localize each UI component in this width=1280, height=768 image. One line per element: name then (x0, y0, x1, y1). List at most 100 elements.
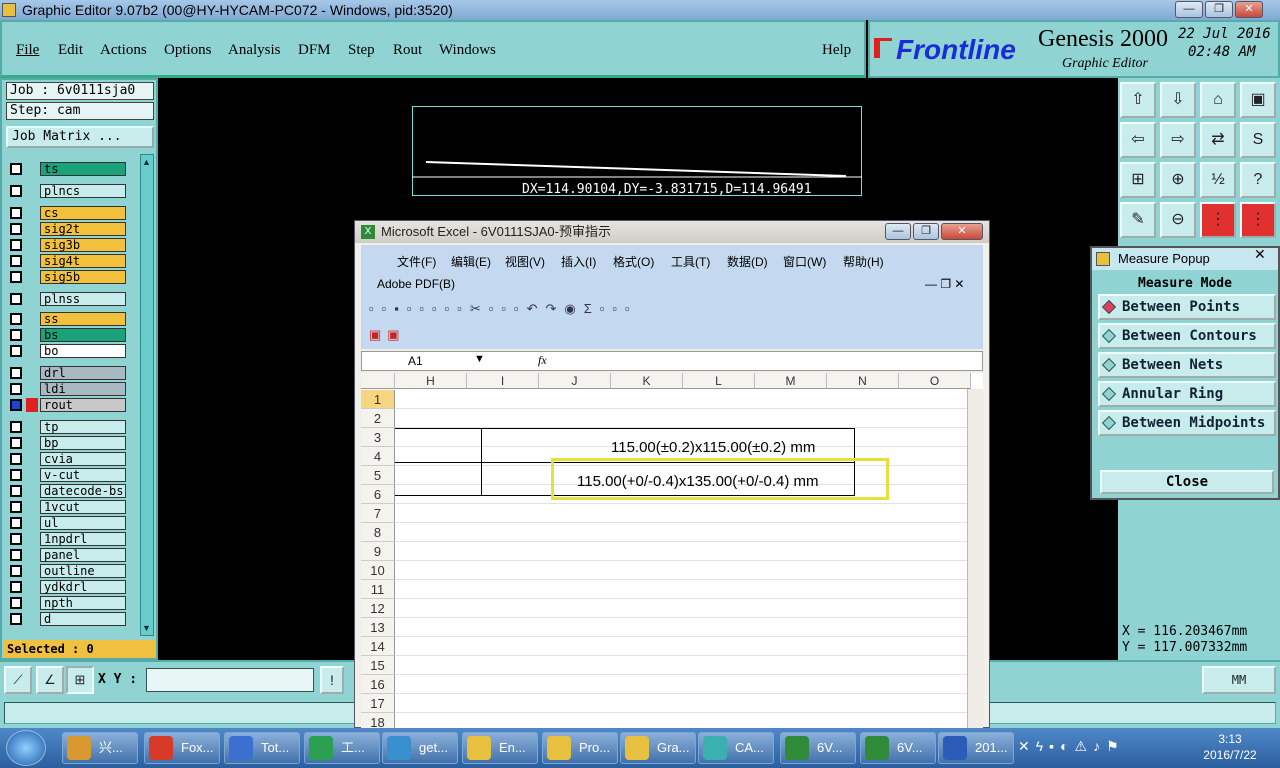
layer-checkbox[interactable] (10, 223, 22, 235)
layer-name[interactable]: 1npdrl (40, 532, 126, 546)
scale-1-2-icon[interactable]: ½ (1200, 162, 1236, 198)
scroll-down-icon[interactable]: ▼ (142, 623, 151, 633)
layer-checkbox[interactable] (10, 399, 22, 411)
layer-row[interactable]: ts (6, 162, 126, 176)
menu-file[interactable]: File (16, 42, 39, 59)
layer-name[interactable]: d (40, 612, 126, 626)
layer-name[interactable]: v-cut (40, 468, 126, 482)
layer-name[interactable]: ydkdrl (40, 580, 126, 594)
layer-name[interactable]: ul (40, 516, 126, 530)
layer-row[interactable]: cvia (6, 452, 126, 466)
menu-edit[interactable]: Edit (58, 42, 83, 59)
clock-date[interactable]: 2016/7/22 (1190, 748, 1270, 762)
minimize-button[interactable]: — (1175, 1, 1203, 18)
layer-row[interactable]: tp (6, 420, 126, 434)
layer-row[interactable]: sig2t (6, 222, 126, 236)
layer-checkbox[interactable] (10, 293, 22, 305)
net-highlight-2-icon[interactable]: ⋮ (1240, 202, 1276, 238)
row-header[interactable]: 3 (361, 428, 395, 447)
layer-name[interactable]: bp (40, 436, 126, 450)
taskbar-item[interactable]: Pro... (542, 732, 618, 764)
row-header[interactable]: 7 (361, 504, 395, 523)
layer-row[interactable]: 1vcut (6, 500, 126, 514)
cell-reference[interactable]: A1 (408, 354, 423, 368)
layer-name[interactable]: npth (40, 596, 126, 610)
warning-icon[interactable]: ! (320, 666, 344, 694)
swap-icon[interactable]: ⇄ (1200, 122, 1236, 158)
row-header[interactable]: 11 (361, 580, 395, 599)
layer-name[interactable]: ldi (40, 382, 126, 396)
menu-actions[interactable]: Actions (100, 42, 147, 59)
menu-windows[interactable]: Windows (439, 42, 496, 59)
layer-name[interactable]: bo (40, 344, 126, 358)
layer-checkbox[interactable] (10, 239, 22, 251)
layer-row[interactable]: 1npdrl (6, 532, 126, 546)
start-button[interactable] (6, 730, 46, 766)
layer-name[interactable]: rout (40, 398, 126, 412)
row-header[interactable]: 10 (361, 561, 395, 580)
row-header[interactable]: 15 (361, 656, 395, 675)
layer-name[interactable]: sig2t (40, 222, 126, 236)
close-window-button[interactable]: ✕ (1235, 1, 1263, 18)
layer-row[interactable]: sig3b (6, 238, 126, 252)
row-header[interactable]: 14 (361, 637, 395, 656)
layer-checkbox[interactable] (10, 469, 22, 481)
taskbar-item[interactable]: 201... (938, 732, 1014, 764)
excel-maximize-button[interactable]: ❐ (913, 223, 939, 240)
layer-checkbox[interactable] (10, 549, 22, 561)
xmenu-view[interactable]: 视图(V) (505, 253, 545, 270)
layer-row[interactable]: plncs (6, 184, 126, 198)
pdf-toolbar[interactable]: ▣▣ (369, 327, 419, 345)
option-annular-ring[interactable]: Annular Ring (1098, 381, 1276, 407)
layer-row[interactable]: ul (6, 516, 126, 530)
adobe-pdf-menu[interactable]: Adobe PDF(B) (377, 277, 455, 291)
taskbar-item[interactable]: 工... (304, 732, 380, 764)
home-down-icon[interactable]: ⇩ (1160, 82, 1196, 118)
job-matrix-button[interactable]: Job Matrix ... (6, 126, 154, 148)
line-tool-icon[interactable]: ⟋ (4, 666, 32, 694)
maximize-button[interactable]: ❐ (1205, 1, 1233, 18)
xmenu-file[interactable]: 文件(F) (397, 253, 436, 270)
clock-time[interactable]: 3:13 (1200, 732, 1260, 746)
fit-profile-icon[interactable]: ⊕ (1160, 162, 1196, 198)
cell-tolerance-2[interactable]: 115.00(+0/-0.4)x135.00(+0/-0.4) mm (577, 473, 857, 490)
select-all-corner[interactable] (361, 373, 395, 389)
layer-row[interactable]: panel (6, 548, 126, 562)
taskbar-item[interactable]: Tot... (224, 732, 300, 764)
layer-checkbox[interactable] (10, 313, 22, 325)
layer-name[interactable]: sig4t (40, 254, 126, 268)
layer-row[interactable]: datecode-bs (6, 484, 126, 498)
layer-row[interactable]: npth (6, 596, 126, 610)
units-selector[interactable]: MM (1202, 666, 1276, 694)
layer-name[interactable]: outline (40, 564, 126, 578)
taskbar-item[interactable]: CA... (698, 732, 774, 764)
row-header[interactable]: 8 (361, 523, 395, 542)
layer-name[interactable]: 1vcut (40, 500, 126, 514)
spreadsheet-grid[interactable]: H I J K L M N O 1 2 3 4 5 6 7 8 9 10 11 12 13 14 15 16 17 18 115.0… (361, 373, 983, 729)
layer-checkbox[interactable] (10, 453, 22, 465)
measure-icon[interactable]: ⊖ (1160, 202, 1196, 238)
menu-step[interactable]: Step (348, 42, 375, 59)
column-header[interactable]: I (467, 373, 539, 389)
layer-checkbox[interactable] (10, 207, 22, 219)
layer-list-scrollbar[interactable]: ▲ ▼ (140, 154, 154, 636)
layer-name[interactable]: cvia (40, 452, 126, 466)
layer-checkbox[interactable] (10, 501, 22, 513)
snap-icon[interactable]: S (1240, 122, 1276, 158)
layer-row[interactable]: ldi (6, 382, 126, 396)
xmenu-help[interactable]: 帮助(H) (843, 253, 884, 270)
layer-checkbox[interactable] (10, 367, 22, 379)
xmenu-data[interactable]: 数据(D) (727, 253, 768, 270)
layer-checkbox[interactable] (10, 271, 22, 283)
layer-name[interactable]: datecode-bs (40, 484, 126, 498)
row-header[interactable]: 4 (361, 447, 395, 466)
home-up-icon[interactable]: ⇧ (1120, 82, 1156, 118)
layer-row[interactable]: d (6, 612, 126, 626)
taskbar-item[interactable]: 6V... (780, 732, 856, 764)
menu-help[interactable]: Help (822, 42, 851, 59)
option-between-contours[interactable]: Between Contours (1098, 323, 1276, 349)
layer-name[interactable]: ss (40, 312, 126, 326)
layer-name[interactable]: tp (40, 420, 126, 434)
measure-close-button[interactable]: Close (1100, 470, 1274, 494)
layer-row[interactable]: ss (6, 312, 126, 326)
